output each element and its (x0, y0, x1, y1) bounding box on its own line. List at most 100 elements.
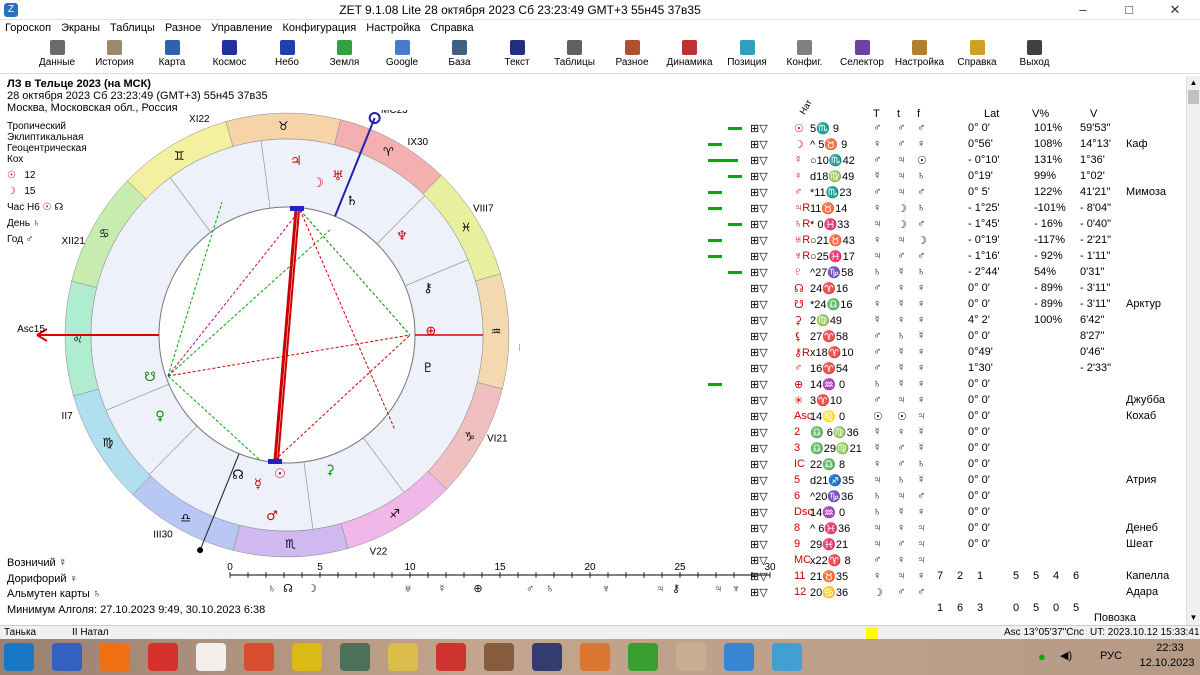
menu-0[interactable]: Гороскоп (0, 20, 56, 36)
yandex-icon[interactable] (196, 643, 226, 671)
speed: 59'53" (1080, 122, 1111, 134)
zet-icon[interactable] (724, 643, 754, 671)
toolbar-button-6[interactable]: Google (373, 40, 431, 68)
scroll-up-icon[interactable]: ▲ (1188, 78, 1199, 88)
menu-7[interactable]: Справка (425, 20, 478, 36)
table-row[interactable]: ⊞▽ ♃R 11♉14 ♀ ☽ ♄ - 1°25' -101% - 8'04" (700, 202, 1184, 217)
clock-date[interactable]: 12.10.2023 (1136, 657, 1198, 669)
toolbar-button-5[interactable]: Земля (316, 40, 374, 68)
close-button[interactable]: ✕ (1152, 0, 1198, 20)
miranda-icon[interactable] (292, 643, 322, 671)
timeline-glyph: ♆ (602, 583, 610, 595)
table-row[interactable]: ⊞▽ ⚷R x18♈10 ♂ ☿ ♀ 0°49' 0'46" (700, 346, 1184, 361)
charioteer-label: Возничий (7, 557, 56, 569)
toolbar-button-10[interactable]: Разное (603, 40, 661, 68)
menu-6[interactable]: Настройка (361, 20, 425, 36)
timeline-scale[interactable]: 0 5 10 15 20 25 30♄ ☊ ☽ ♅ ☿ ⊕ ♂ ♄ ♆ ♃ ⚷ ♃ ♆ (220, 560, 780, 620)
menu-4[interactable]: Управление (206, 20, 277, 36)
toolbar-button-14[interactable]: Селектор (833, 40, 891, 68)
toolbar-button-1[interactable]: История (86, 40, 144, 68)
table-row[interactable]: ⊞▽ ♅R ○21♉43 ♀ ♃ ☽ - 0°19' -117% - 2'21" (700, 234, 1184, 249)
table-row[interactable]: ⊞▽ ♇ ^27♑58 ♄ ☿ ♄ - 2°44' 54% 0'31" (700, 266, 1184, 281)
ie-icon[interactable] (52, 643, 82, 671)
toolbar-button-9[interactable]: Таблицы (546, 40, 604, 68)
toolbar-button-0[interactable]: Данные (28, 40, 86, 68)
language-indicator[interactable]: РУС (1100, 650, 1122, 662)
face-ruler: ☿ (917, 330, 926, 342)
toolbar-button-11[interactable]: Динамика (661, 40, 719, 68)
status-ut: UT: 2023.10.12 15:33:41 (1090, 627, 1200, 638)
speaker-icon[interactable]: ◀) (1060, 649, 1072, 662)
status-bar: Танька II Натал Asc 13°05'37"Cnc UT: 202… (0, 625, 1200, 639)
table-row[interactable]: ⊞▽ ☽ ^ 5♉ 9 ♀ ♂ ♀ 0°56' 108% 14°13' Каф (700, 138, 1184, 153)
table-row[interactable]: ⊞▽ ♄R * 0♓33 ♃ ☽ ♂ - 1°45' - 16% - 0'40" (700, 218, 1184, 233)
minimize-button[interactable]: – (1060, 0, 1106, 20)
menu-5[interactable]: Конфигурация (277, 20, 361, 36)
clock-time[interactable]: 22:33 (1142, 642, 1198, 654)
table-row[interactable]: ⊞▽ 3 ♎29♍21 ☿ ♂ ☿ 0° 0' (700, 442, 1184, 457)
term-ruler: ♂ (873, 122, 882, 134)
yandex-browser-icon[interactable] (244, 643, 274, 671)
toolbar-button-12[interactable]: Позиция (718, 40, 776, 68)
table-row[interactable]: ⊞▽ 6 ^20♑36 ♄ ♃ ♂ 0° 0' (700, 490, 1184, 505)
table-row[interactable]: ⊞▽ ✳ 3♈10 ♂ ♃ ♀ 0° 0' Джубба (700, 394, 1184, 409)
table-row[interactable]: ⊞▽ Asc 14♌ 0 ☉ ☉ ♃ 0° 0' Кохаб (700, 410, 1184, 425)
table-row[interactable]: ⊞▽ ☋ *24♎16 ♀ ☿ ♀ 0° 0' - 89% - 3'11" Арктур (700, 298, 1184, 313)
photoshop-icon[interactable] (532, 643, 562, 671)
angular-icon[interactable] (436, 643, 466, 671)
table-row[interactable]: ⊞▽ 12 20♋36 ☽ ♂ ♂ Адара (700, 586, 1184, 601)
menu-3[interactable]: Разное (160, 20, 206, 36)
toolbar-button-17[interactable]: Выход (1006, 40, 1064, 68)
speed: 8'27" (1080, 330, 1105, 342)
strength-bar (708, 159, 738, 162)
toolbar-button-15[interactable]: Настройка (891, 40, 949, 68)
planet-symbol: ♂ (794, 362, 803, 374)
table-row[interactable]: ⊞▽ MC x22♈ 8 ♂ ♀ ♃ (700, 554, 1184, 569)
firefox-icon[interactable] (100, 643, 130, 671)
maximize-button[interactable]: □ (1106, 0, 1152, 20)
toolbar-button-3[interactable]: Космос (201, 40, 259, 68)
cut-icon[interactable] (580, 643, 610, 671)
table-row[interactable]: ⊞▽ ☊ 24♈16 ♂ ♀ ♀ 0° 0' - 89% - 3'11" (700, 282, 1184, 297)
table-row[interactable]: ⊞▽ ♂ 16♈54 ♂ ☿ ♀ 1°30' - 2'33" (700, 362, 1184, 377)
table-row[interactable]: ⊞▽ ⊕ 14♒ 0 ♄ ☿ ♀ 0° 0' (700, 378, 1184, 393)
table-row[interactable]: ⊞▽ 9 29♓21 ♃ ♂ ♃ 0° 0' Шеат (700, 538, 1184, 553)
folder-icon[interactable] (676, 643, 706, 671)
table-row[interactable]: ⊞▽ 2 ♎ 6♍36 ☿ ♀ ☿ 0° 0' (700, 426, 1184, 441)
table-row[interactable]: ⊞▽ ♀ d18♍49 ☿ ♃ ♄ 0°19' 99% 1°02' (700, 170, 1184, 185)
opera-icon[interactable] (148, 643, 178, 671)
table-row[interactable]: ⊞▽ ♆R ○25♓17 ♃ ♂ ♂ - 1°16' - 92% - 1'11" (700, 250, 1184, 265)
speed-percent: 108% (1034, 138, 1063, 150)
menu-1[interactable]: Экраны (56, 20, 105, 36)
toolbar-button-8[interactable]: Текст (488, 40, 546, 68)
s-icon[interactable] (388, 643, 418, 671)
table-row[interactable]: ⊞▽ ♂ *11♏23 ♂ ♃ ♂ 0° 5' 122% 41'21" Мимоза (700, 186, 1184, 201)
table-row[interactable]: ⊞▽ Dsc 14♒ 0 ♄ ☿ ♀ 0° 0' (700, 506, 1184, 521)
horoscope-wheel[interactable]: ♈ ♉ ♊ ♋ ♌ ♍ ♎ ♏ ♐ ♑ ♒ ♓ II7 III30 V22 VI21 VIII7 IX30 XI22… (0, 110, 520, 560)
toolbar-button-2[interactable]: Карта (143, 40, 201, 68)
aspect-box-icon: ⊞▽ (750, 123, 768, 135)
menu-2[interactable]: Таблицы (105, 20, 160, 36)
scroll-down-icon[interactable]: ▼ (1188, 613, 1199, 623)
latitude: 0°19' (968, 170, 993, 182)
table-row[interactable]: ⊞▽ ☿ ○10♏42 ♂ ♃ ☉ - 0°10' 131% 1°36' (700, 154, 1184, 169)
table-row[interactable]: ⊞▽ IC 22♎ 8 ♀ ♂ ♄ 0° 0' (700, 458, 1184, 473)
scrollbar[interactable]: ▲ ▼ (1186, 76, 1200, 625)
windows-start-icon[interactable] (4, 643, 34, 671)
xmind-icon[interactable] (628, 643, 658, 671)
table-row[interactable]: ⊞▽ ☉ 5♏ 9 ♂ ♂ ♂ 0° 0' 101% 59'53" (700, 122, 1184, 137)
telegram-icon[interactable] (772, 643, 802, 671)
scroll-thumb[interactable] (1188, 90, 1199, 104)
app-icon[interactable] (340, 643, 370, 671)
toolbar-button-16[interactable]: Справка (948, 40, 1006, 68)
toolbar-button-13[interactable]: Конфиг. (776, 40, 834, 68)
toolbar-button-4[interactable]: Небо (258, 40, 316, 68)
network-icon[interactable]: ● (1038, 649, 1046, 664)
toolbar-label: Таблицы (554, 57, 595, 68)
table-row[interactable]: ⊞▽ ⚸ 27♈58 ♂ ♄ ☿ 0° 0' 8'27" (700, 330, 1184, 345)
table-row[interactable]: ⊞▽ 8 ^ 6♓36 ♃ ♀ ♃ 0° 0' Денеб (700, 522, 1184, 537)
table-row[interactable]: ⊞▽ 5 d21♐35 ♃ ♄ ☿ 0° 0' Атрия (700, 474, 1184, 489)
toolbar-button-7[interactable]: База (431, 40, 489, 68)
winrar-icon[interactable] (484, 643, 514, 671)
table-row[interactable]: ⊞▽ ⚳ 2♍49 ☿ ♀ ♀ 4° 2' 100% 6'42" (700, 314, 1184, 329)
